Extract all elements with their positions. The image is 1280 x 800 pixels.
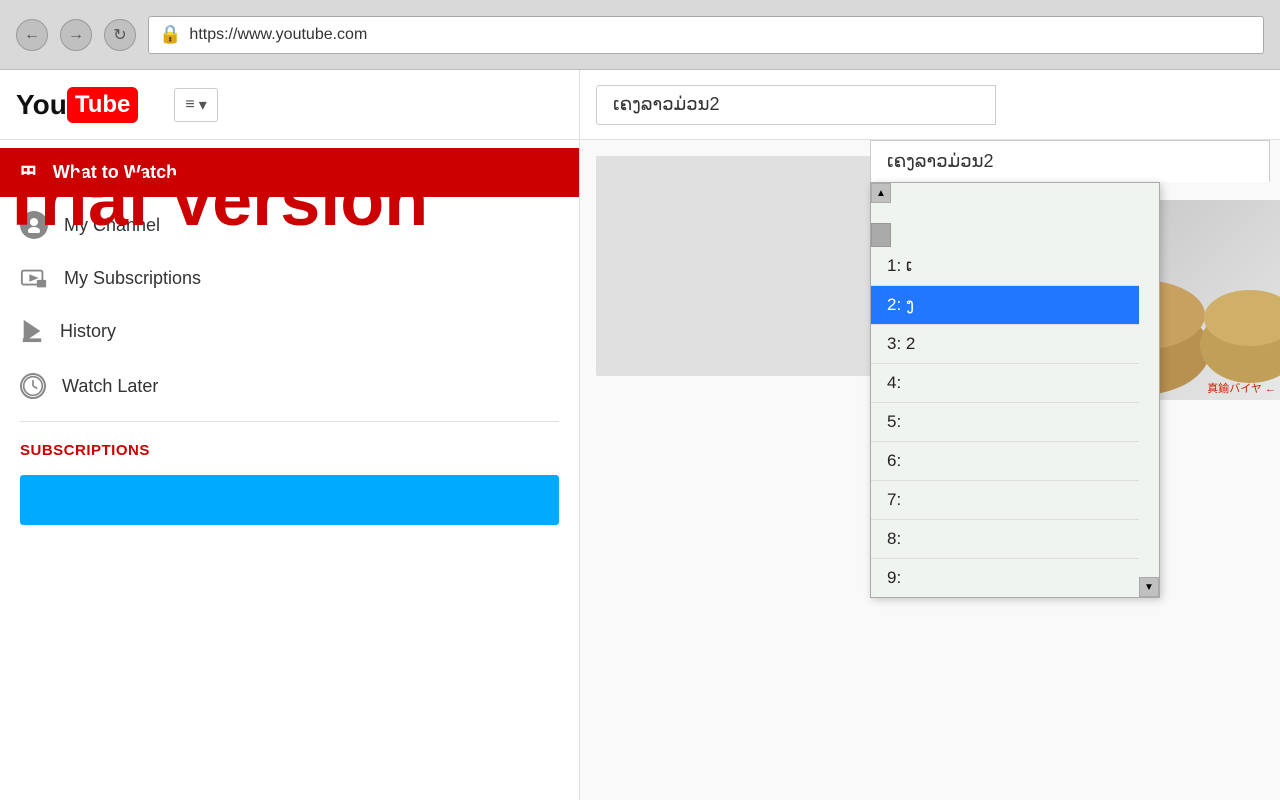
- hamburger-menu-button[interactable]: ≡ ▾: [174, 88, 217, 122]
- my-channel-label: My Channel: [64, 215, 160, 236]
- dropdown-item-9[interactable]: 9:: [871, 559, 1139, 597]
- my-subscriptions-item[interactable]: My Subscriptions: [0, 253, 579, 303]
- history-item[interactable]: History: [0, 303, 579, 359]
- logo-tube: Tube: [67, 87, 139, 123]
- scrollbar-up-button[interactable]: ▲: [871, 183, 891, 203]
- forward-button[interactable]: →: [60, 19, 92, 51]
- subscriptions-section-label: SUBSCRIPTIONS: [0, 430, 579, 467]
- scrollbar-down-button[interactable]: ▼: [1139, 577, 1159, 597]
- address-bar[interactable]: 🔒 https://www.youtube.com: [148, 16, 1264, 54]
- what-to-watch-item[interactable]: ⊞ What to Watch: [0, 148, 579, 197]
- dropdown-item-3[interactable]: 3: 2: [871, 325, 1139, 364]
- dropdown-item-7[interactable]: 7:: [871, 481, 1139, 520]
- nav-divider: [20, 421, 559, 422]
- search-bar-area: [580, 70, 1280, 140]
- watch-later-label: Watch Later: [62, 376, 158, 397]
- subscribe-button[interactable]: [20, 475, 559, 525]
- scrollbar-thumb: [871, 223, 891, 247]
- youtube-logo: You Tube: [16, 87, 138, 123]
- watch-later-item[interactable]: Watch Later: [0, 359, 579, 413]
- dropdown-items-container: 1: ເ 2: ງ 3: 2 4: 5: 6:: [871, 247, 1159, 597]
- refresh-button[interactable]: ↻: [104, 19, 136, 51]
- url-text: https://www.youtube.com: [189, 26, 367, 44]
- youtube-page: You Tube ≡ ▾ ⊞ What to Watch My Channel: [0, 70, 1280, 800]
- sidebar: You Tube ≡ ▾ ⊞ What to Watch My Channel: [0, 70, 580, 800]
- dropdown-list[interactable]: ▲ ▼ 1: ເ 2: ງ 3: 2 4:: [870, 182, 1160, 598]
- dropdown-item-6[interactable]: 6:: [871, 442, 1139, 481]
- search-term-display: ເຄງລາວມ່ວນ2: [887, 151, 993, 171]
- subscriptions-icon: [20, 267, 48, 289]
- history-label: History: [60, 321, 116, 342]
- dropdown-item-8[interactable]: 8:: [871, 520, 1139, 559]
- clock-icon: [20, 373, 46, 399]
- dropdown-item-5[interactable]: 5:: [871, 403, 1139, 442]
- dropdown-item-2[interactable]: 2: ງ: [871, 286, 1139, 325]
- grid-icon: ⊞: [20, 160, 37, 185]
- main-content: 真鍮バイヤ ← ເຄງລາວມ່ວນ2 ▲ ▼ 1: ເ 2: ງ: [580, 70, 1280, 800]
- dropdown-item-4[interactable]: 4:: [871, 364, 1139, 403]
- lock-icon: 🔒: [159, 24, 181, 45]
- logo-you: You: [16, 89, 67, 121]
- person-icon: [20, 211, 48, 239]
- back-button[interactable]: ←: [16, 19, 48, 51]
- history-icon: [20, 317, 44, 345]
- dropdown-item-1[interactable]: 1: ເ: [871, 247, 1139, 286]
- nav-section: ⊞ What to Watch My Channel My Subscrip: [0, 140, 579, 541]
- dropdown-overlay: ເຄງລາວມ່ວນ2 ▲ ▼ 1: ເ 2: ງ 3: 2: [870, 140, 1270, 598]
- dropdown-title: ເຄງລາວມ່ວນ2: [870, 140, 1270, 182]
- hamburger-icon: ≡: [185, 96, 194, 114]
- hamburger-arrow-icon: ▾: [199, 95, 207, 115]
- my-channel-item[interactable]: My Channel: [0, 197, 579, 253]
- browser-chrome: ← → ↻ 🔒 https://www.youtube.com: [0, 0, 1280, 70]
- yt-header: You Tube ≡ ▾: [0, 70, 579, 140]
- search-input[interactable]: [596, 85, 996, 125]
- what-to-watch-label: What to Watch: [53, 162, 177, 183]
- my-subscriptions-label: My Subscriptions: [64, 268, 201, 289]
